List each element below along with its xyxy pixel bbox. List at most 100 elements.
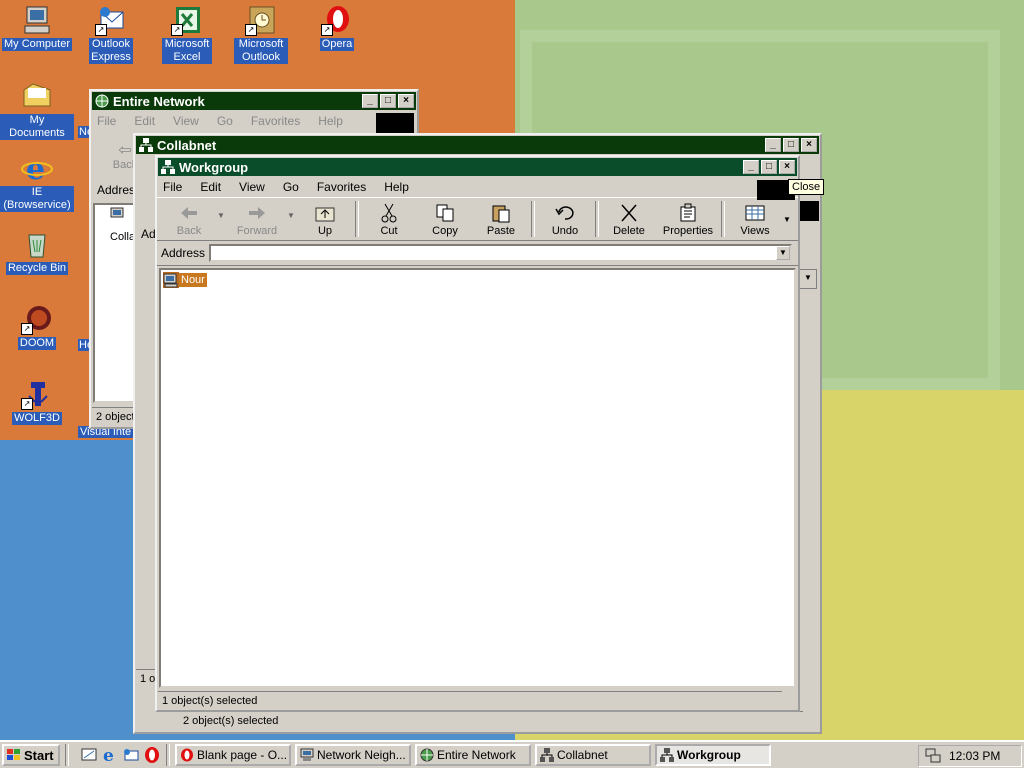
views-button[interactable]: Views <box>727 203 783 240</box>
cut-label: Cut <box>380 225 398 237</box>
maximize-button[interactable]: □ <box>380 94 396 108</box>
start-button[interactable]: Start <box>2 744 60 766</box>
task-label: Blank page - O... <box>197 748 288 762</box>
recycle-bin-icon <box>21 228 53 260</box>
paste-button[interactable]: Paste <box>473 203 529 240</box>
desktop-icon-label: Microsoft Excel <box>162 38 212 64</box>
menu-file[interactable]: File <box>97 114 116 128</box>
copy-button[interactable]: Copy <box>417 203 473 240</box>
taskbar-separator <box>166 744 170 766</box>
internet-explorer-icon: e <box>21 152 53 187</box>
forward-dropdown-icon[interactable]: ▼ <box>287 211 297 240</box>
minimize-button[interactable]: _ <box>743 160 759 174</box>
network-status-icon[interactable] <box>925 748 941 764</box>
views-label: Views <box>740 225 770 237</box>
paste-icon <box>490 203 512 223</box>
address-input[interactable]: ▼ <box>209 244 792 262</box>
outlook-express-icon[interactable] <box>122 746 140 764</box>
copy-label: Copy <box>432 225 458 237</box>
minimize-button[interactable]: _ <box>765 138 781 152</box>
clock[interactable]: 12:03 PM <box>949 749 1000 763</box>
title-bar[interactable]: Entire Network _ □ × <box>92 92 416 110</box>
list-item[interactable]: Nour <box>163 272 207 288</box>
back-label: Back <box>176 225 202 237</box>
desktop-icon-outlook[interactable]: ↗ Microsoft Outlook <box>224 4 298 64</box>
internet-explorer-icon[interactable]: e <box>101 746 119 766</box>
address-label: Address <box>161 246 206 260</box>
desktop-icon-outlook-express[interactable]: ↗ Outlook Express <box>74 4 148 64</box>
back-button[interactable]: Back <box>161 203 217 240</box>
desktop-icon-my-documents[interactable]: My Documents <box>0 80 74 140</box>
task-entire-network[interactable]: Entire Network <box>415 744 531 766</box>
cut-button[interactable]: Cut <box>361 203 417 240</box>
file-list[interactable]: Nour <box>159 268 796 688</box>
close-button[interactable]: × <box>398 94 414 108</box>
opera-icon[interactable] <box>143 746 161 764</box>
back-dropdown-icon[interactable]: ▼ <box>217 211 227 240</box>
desktop-icon-doom[interactable]: ↗ DOOM <box>0 303 74 350</box>
title-bar[interactable]: Collabnet _ □ × <box>136 136 819 154</box>
address-label: Addres <box>97 183 136 197</box>
forward-label: Forward <box>236 225 278 237</box>
views-dropdown-icon[interactable]: ▼ <box>783 215 793 240</box>
show-desktop-icon[interactable] <box>80 746 98 764</box>
doom-icon: ↗ <box>21 303 53 335</box>
desktop-icon-label: IE (Browservice) <box>0 186 74 212</box>
up-label: Up <box>317 225 333 237</box>
menu-bar: File Edit View Go Favorites Help <box>91 111 417 131</box>
delete-button[interactable]: Delete <box>601 203 657 240</box>
network-icon <box>109 207 125 223</box>
file-list[interactable]: Colla <box>93 203 137 403</box>
desktop-icon-ie[interactable]: e IE (Browservice) <box>0 152 74 212</box>
maximize-button[interactable]: □ <box>761 160 777 174</box>
up-button[interactable]: Up <box>297 203 353 240</box>
menu-edit[interactable]: Edit <box>134 114 155 128</box>
menu-edit[interactable]: Edit <box>200 180 221 194</box>
network-icon <box>660 748 674 762</box>
desktop-icon-opera[interactable]: ↗ Opera <box>300 4 374 51</box>
close-button[interactable]: × <box>801 138 817 152</box>
address-label: Ad <box>141 227 156 241</box>
address-dropdown-button[interactable]: ▼ <box>776 246 790 260</box>
task-blank-page[interactable]: Blank page - O... <box>175 744 291 766</box>
scissors-icon <box>378 203 400 223</box>
task-network-neighborhood[interactable]: Network Neigh... <box>295 744 411 766</box>
menu-go[interactable]: Go <box>283 180 299 194</box>
menu-go[interactable]: Go <box>217 114 233 128</box>
undo-button[interactable]: Undo <box>537 203 593 240</box>
properties-icon <box>677 203 699 223</box>
window-workgroup[interactable]: Workgroup _ □ × File Edit View Go Favori… <box>155 155 800 712</box>
forward-button[interactable]: Forward <box>227 203 287 240</box>
address-dropdown-button[interactable]: ▼ <box>799 269 817 289</box>
task-collabnet[interactable]: Collabnet <box>535 744 651 766</box>
menu-help[interactable]: Help <box>384 180 409 194</box>
menu-favorites[interactable]: Favorites <box>317 180 366 194</box>
menu-file[interactable]: File <box>163 180 182 194</box>
menu-favorites[interactable]: Favorites <box>251 114 300 128</box>
item-label[interactable]: Colla <box>110 231 135 243</box>
copy-icon <box>434 203 456 223</box>
desktop-icon-my-computer[interactable]: My Computer <box>0 4 74 51</box>
task-label: Entire Network <box>437 748 516 762</box>
menu-view[interactable]: View <box>239 180 265 194</box>
my-computer-icon <box>21 4 53 36</box>
menu-help[interactable]: Help <box>318 114 343 128</box>
system-tray: 12:03 PM <box>918 745 1022 767</box>
globe-icon <box>420 748 434 762</box>
minimize-button[interactable]: _ <box>362 94 378 108</box>
close-button[interactable]: × <box>779 160 795 174</box>
list-item-label: Nour <box>179 273 207 287</box>
title-bar[interactable]: Workgroup _ □ × <box>158 158 797 176</box>
network-icon <box>161 160 175 174</box>
up-folder-icon <box>314 203 336 223</box>
desktop-icon-excel[interactable]: ↗ Microsoft Excel <box>150 4 224 64</box>
task-workgroup[interactable]: Workgroup <box>655 744 771 766</box>
desktop-icon-label: My Computer <box>1 38 73 51</box>
properties-button[interactable]: Properties <box>657 203 719 240</box>
outlook-express-icon: ↗ <box>95 4 127 36</box>
maximize-button[interactable]: □ <box>783 138 799 152</box>
menu-view[interactable]: View <box>173 114 199 128</box>
views-grid-icon <box>744 203 766 223</box>
desktop-icon-recycle-bin[interactable]: Recycle Bin <box>0 228 74 275</box>
desktop-icon-wolf3d[interactable]: ↗ WOLF3D <box>0 378 74 425</box>
